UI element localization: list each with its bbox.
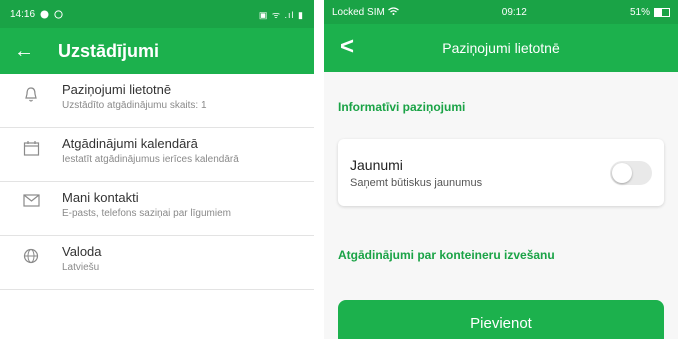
- battery-icon: [653, 7, 670, 17]
- row-title: Valoda: [62, 244, 102, 259]
- status-time: 14:16: [10, 8, 36, 20]
- chevron-left-icon[interactable]: <: [340, 33, 354, 61]
- status-time: 09:12: [501, 6, 527, 18]
- ios-status-bar: Locked SIM 09:12 51%: [324, 0, 678, 24]
- bell-icon: [0, 82, 62, 103]
- row-subtitle: Uzstādīto atgādinājumu skaits: 1: [62, 100, 207, 111]
- whatsapp-icon: [54, 9, 63, 19]
- card-subtitle: Saņemt būtiskus jaunumus: [350, 176, 483, 189]
- battery-indicator: 51%: [630, 7, 670, 18]
- section-header-container-reminders: Atgādinājumi par konteineru izvešanu: [338, 248, 555, 262]
- page-title: Paziņojumi lietotnē: [442, 40, 560, 56]
- android-status-bar: 14:16 ▣ ᯤ .ıl ▮: [0, 0, 314, 28]
- toggle-knob: [612, 162, 632, 183]
- settings-row-calendar[interactable]: Atgādinājumi kalendārā Iestatīt atgādinā…: [0, 128, 314, 182]
- row-subtitle: Iestatīt atgādinājumus ierīces kalendārā: [62, 154, 239, 165]
- news-toggle[interactable]: [610, 160, 652, 185]
- row-title: Atgādinājumi kalendārā: [62, 136, 198, 151]
- notification-dot-icon: [40, 10, 49, 18]
- wifi-icon: [387, 6, 399, 15]
- app-bar: ← Uzstādījumi: [0, 28, 314, 74]
- settings-row-contacts[interactable]: Mani kontakti E-pasts, telefons saziņai …: [0, 182, 314, 236]
- settings-row-language[interactable]: Valoda Latviešu: [0, 236, 314, 290]
- android-settings-screen: 14:16 ▣ ᯤ .ıl ▮ ← Uzstādījumi Paziņojumi…: [0, 0, 314, 339]
- carrier-label: Locked SIM: [332, 7, 399, 18]
- globe-icon: [0, 244, 62, 264]
- nav-bar: < Paziņojumi lietotnē: [324, 24, 678, 72]
- section-header-informative: Informatīvi paziņojumi: [338, 100, 466, 114]
- row-title: Paziņojumi lietotnē: [62, 82, 172, 97]
- row-subtitle: E-pasts, telefons saziņai par līgumiem: [62, 208, 231, 219]
- news-toggle-card: Jaunumi Saņemt būtiskus jaunumus: [338, 139, 664, 206]
- settings-row-notifications[interactable]: Paziņojumi lietotnē Uzstādīto atgādināju…: [0, 74, 314, 128]
- calendar-icon: [0, 136, 62, 156]
- status-icons: ▣ ᯤ .ıl ▮: [258, 9, 304, 20]
- arrow-left-icon[interactable]: ←: [14, 40, 48, 63]
- envelope-icon: [0, 190, 62, 207]
- ios-notifications-screen: Locked SIM 09:12 51% < Paziņojumi lietot…: [324, 0, 678, 339]
- page-title: Uzstādījumi: [58, 40, 160, 61]
- row-title: Mani kontakti: [62, 190, 139, 205]
- add-button[interactable]: Pievienot: [338, 300, 664, 339]
- card-title: Jaunumi: [350, 156, 403, 173]
- row-subtitle: Latviešu: [62, 262, 100, 273]
